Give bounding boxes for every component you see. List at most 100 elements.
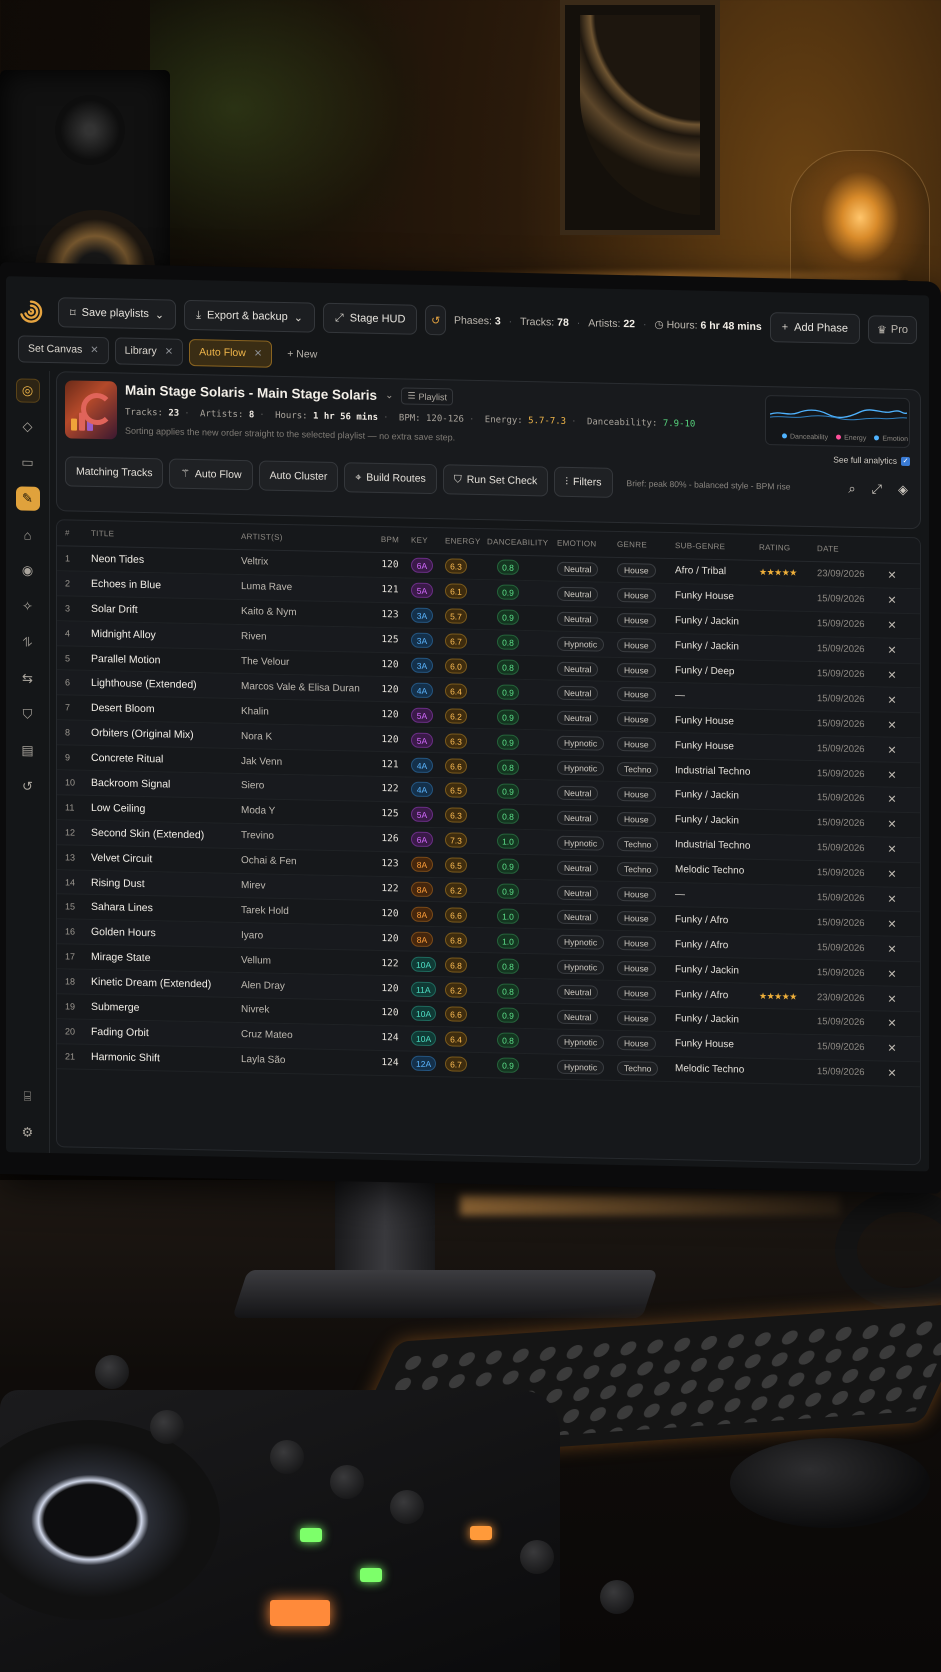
settings-icon[interactable]: ⚙ [16, 1120, 40, 1145]
rating-stars[interactable]: ★★★★★ [759, 990, 817, 1002]
fullscreen-icon[interactable]: ⤢ [872, 481, 882, 497]
rating-stars[interactable] [759, 672, 817, 673]
run-set-check-button[interactable]: ⛉ Run Set Check [442, 464, 549, 497]
col-bpm[interactable]: BPM [369, 535, 411, 545]
rating-stars[interactable] [759, 946, 817, 947]
col-energy[interactable]: ENERGY [445, 536, 487, 546]
chevron-down-icon[interactable]: ⌄ [385, 390, 393, 401]
col-key[interactable]: KEY [411, 536, 445, 546]
remove-track-icon[interactable]: ✕ [881, 668, 903, 682]
remove-track-icon[interactable]: ✕ [881, 718, 903, 731]
remove-track-icon[interactable]: ✕ [881, 992, 903, 1005]
remove-track-icon[interactable]: ✕ [881, 793, 903, 806]
remove-track-icon[interactable]: ✕ [881, 917, 903, 930]
analytics-sparkline[interactable]: Danceability Energy Emotion [765, 395, 910, 449]
routes-icon[interactable]: ⥮ [16, 630, 40, 655]
col-title[interactable]: TITLE [91, 529, 241, 541]
drive-icon[interactable]: ⌸ [16, 1084, 40, 1109]
close-icon[interactable]: ✕ [254, 348, 262, 359]
layers-icon[interactable]: ◈ [898, 482, 908, 498]
remove-track-icon[interactable]: ✕ [881, 942, 903, 955]
remove-track-icon[interactable]: ✕ [881, 1017, 903, 1030]
new-tab-button[interactable]: + New [278, 340, 326, 368]
auto-flow-button[interactable]: ⚚ Auto Flow [169, 458, 253, 491]
col-rating[interactable]: RATING [759, 543, 817, 553]
playlist-title[interactable]: Main Stage Solaris - Main Stage Solaris … [125, 382, 454, 406]
rating-stars[interactable] [759, 1021, 817, 1022]
rating-stars[interactable] [759, 847, 817, 848]
layers-icon[interactable]: ◇ [16, 414, 40, 439]
auto-cluster-button[interactable]: Auto Cluster [258, 460, 339, 493]
remove-track-icon[interactable]: ✕ [881, 743, 903, 756]
remove-track-icon[interactable]: ✕ [881, 967, 903, 980]
col-emotion[interactable]: EMOTION [557, 539, 617, 549]
export-backup-button[interactable]: ⤓ Export & backup ⌄ [184, 299, 315, 333]
history-icon[interactable]: ↺ [16, 774, 40, 799]
rating-stars[interactable] [759, 921, 817, 922]
key-badge: 11A [411, 981, 436, 997]
col-artists[interactable]: ARTIST(S) [241, 532, 369, 544]
close-icon[interactable]: ✕ [90, 344, 98, 355]
track-date: 15/09/2026 [817, 966, 865, 979]
remove-track-icon[interactable]: ✕ [881, 892, 903, 906]
tab-library[interactable]: Library ✕ [114, 336, 184, 366]
remove-track-icon[interactable]: ✕ [881, 768, 903, 781]
see-full-analytics-toggle[interactable]: See full analytics ✓ [833, 454, 910, 466]
col-sub-genre[interactable]: SUB-GENRE [675, 541, 759, 552]
emotion-tag: Neutral [557, 686, 599, 701]
search-icon[interactable]: ⌕ [848, 481, 855, 497]
rating-stars[interactable] [759, 722, 817, 723]
tag-icon[interactable]: ⌂ [16, 522, 40, 547]
shield-icon[interactable]: ⛉ [16, 702, 40, 727]
sparkles-icon[interactable]: ✧ [16, 594, 40, 619]
remove-track-icon[interactable]: ✕ [881, 818, 903, 831]
remove-track-icon[interactable]: ✕ [881, 619, 903, 632]
filters-button[interactable]: ⫶ Filters [554, 466, 613, 498]
remove-track-icon[interactable]: ✕ [881, 1042, 903, 1055]
matching-tracks-button[interactable]: Matching Tracks [65, 456, 164, 489]
stage-hud-button[interactable]: ⤢ Stage HUD [322, 302, 418, 335]
col-date[interactable]: DATE [817, 544, 881, 554]
remove-track-icon[interactable]: ✕ [881, 594, 903, 607]
swap-icon[interactable]: ⇆ [16, 666, 40, 691]
remove-track-icon[interactable]: ✕ [881, 693, 903, 706]
add-phase-button[interactable]: + Add Phase [769, 312, 860, 345]
remove-track-icon[interactable]: ✕ [881, 569, 903, 582]
track-artist: Iyaro [241, 929, 264, 942]
remove-track-icon[interactable]: ✕ [881, 843, 903, 856]
remove-track-icon[interactable]: ✕ [881, 1067, 903, 1080]
folder-icon[interactable]: ▭ [16, 450, 40, 475]
pro-badge-button[interactable]: ♛ Pro [868, 315, 917, 345]
col-number[interactable]: # [65, 528, 91, 538]
rating-stars[interactable] [759, 971, 817, 972]
col-danceability[interactable]: DANCEABILITY [487, 537, 557, 547]
rating-stars[interactable] [759, 598, 817, 599]
clipboard-icon[interactable]: ▤ [16, 738, 40, 763]
rating-stars[interactable] [759, 822, 817, 823]
rating-stars[interactable] [759, 797, 817, 798]
rating-stars[interactable]: ★★★★★ [759, 567, 817, 579]
rating-stars[interactable] [759, 623, 817, 624]
rating-stars[interactable] [759, 896, 817, 897]
rating-stars[interactable] [759, 697, 817, 698]
wand-icon[interactable]: ✎ [15, 486, 40, 511]
history-button[interactable]: ↺ [425, 304, 446, 336]
spiral-logo-icon[interactable] [18, 296, 44, 327]
tab-auto-flow[interactable]: Auto Flow ✕ [189, 338, 273, 368]
rating-stars[interactable] [759, 1046, 817, 1047]
remove-track-icon[interactable]: ✕ [881, 644, 903, 657]
rating-stars[interactable] [759, 648, 817, 649]
rating-stars[interactable] [759, 872, 817, 873]
checkbox-checked-icon[interactable]: ✓ [901, 456, 910, 466]
remove-track-icon[interactable]: ✕ [881, 868, 903, 881]
col-genre[interactable]: GENRE [617, 540, 675, 550]
build-routes-button[interactable]: ⌖ Build Routes [344, 462, 437, 495]
camera-icon[interactable]: ◉ [16, 558, 40, 583]
tab-set-canvas[interactable]: Set Canvas ✕ [18, 334, 109, 364]
rating-stars[interactable] [759, 747, 817, 748]
auto-flow-icon[interactable]: ◎ [15, 378, 40, 403]
rating-stars[interactable] [759, 772, 817, 773]
rating-stars[interactable] [759, 1071, 817, 1072]
save-playlists-button[interactable]: ⌑ Save playlists ⌄ [58, 297, 177, 330]
close-icon[interactable]: ✕ [165, 346, 173, 357]
